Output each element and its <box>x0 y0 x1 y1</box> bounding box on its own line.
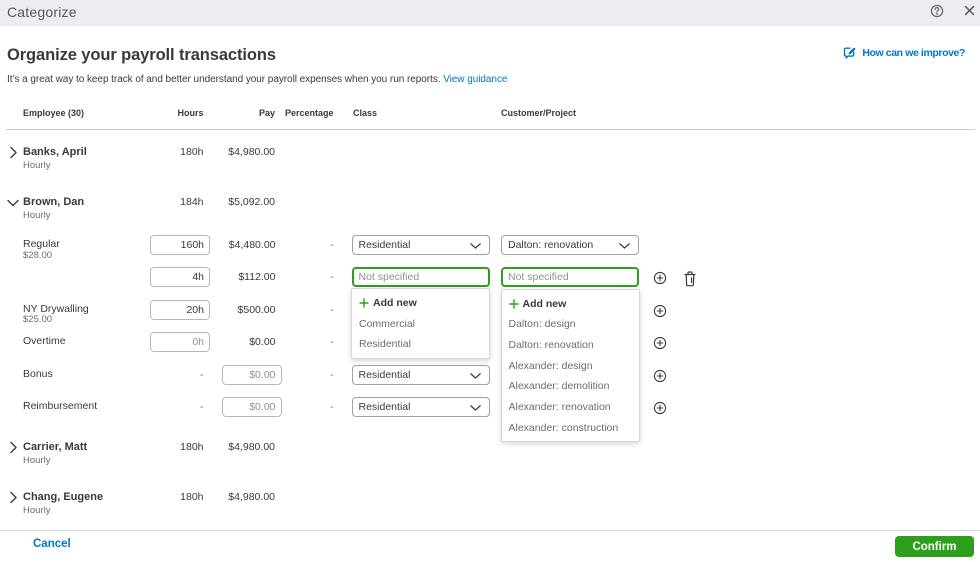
class-combobox-focused[interactable] <box>351 267 490 287</box>
chevron-down-icon <box>469 404 481 411</box>
percentage-value: - <box>330 336 334 348</box>
customer-dropdown-add-new[interactable]: Add new <box>502 294 639 315</box>
percentage-value: - <box>330 400 334 413</box>
customer-dropdown-option[interactable]: Dalton: design <box>502 314 639 335</box>
employee-pay-type: Hourly <box>23 455 51 466</box>
page-description: It’s a great way to keep track of and be… <box>7 74 508 85</box>
collapse-chevron-down-icon[interactable] <box>7 197 19 209</box>
percentage-value: - <box>330 239 334 251</box>
delete-split-icon[interactable] <box>682 267 698 291</box>
feedback-icon <box>843 46 856 59</box>
pay-type-rate: $25.00 <box>23 314 53 325</box>
add-split-icon[interactable] <box>649 397 671 419</box>
class-select[interactable]: Residential <box>351 235 490 255</box>
pay-type-label: Bonus <box>23 367 53 380</box>
class-dropdown-option[interactable]: Residential <box>352 334 489 355</box>
customer-dropdown-option[interactable]: Alexander: construction <box>502 418 639 439</box>
dialog-footer: Cancel Confirm <box>0 530 980 562</box>
hours-value: - <box>200 400 204 413</box>
add-split-icon[interactable] <box>649 365 671 387</box>
employee-name: Banks, April <box>23 146 87 158</box>
customer-project-select[interactable]: Dalton: renovation <box>501 235 639 255</box>
class-select[interactable]: Residential <box>351 364 490 385</box>
employee-name: Brown, Dan <box>23 196 85 208</box>
chevron-down-icon <box>619 243 630 249</box>
pay-type-row-reimbursement: Reimbursement - - Residential <box>0 396 980 439</box>
help-icon[interactable] <box>929 3 945 19</box>
employee-row-chang: Chang, Eugene Hourly 180h $4,980.00 <box>0 490 980 526</box>
class-dropdown-menu: Add new Commercial Residential <box>351 288 490 360</box>
page-title: Organize your payroll transactions <box>7 46 276 64</box>
dialog-titlebar: Categorize <box>0 0 980 26</box>
cancel-button[interactable]: Cancel <box>33 538 71 550</box>
customer-dropdown-option[interactable]: Alexander: design <box>502 356 639 377</box>
column-header-employee: Employee (30) <box>23 108 85 118</box>
pay-type-rate: $28.00 <box>23 249 53 261</box>
dialog-title: Categorize <box>7 4 77 20</box>
percentage-value: - <box>330 303 334 316</box>
close-icon[interactable] <box>962 3 977 18</box>
column-header-class: Class <box>353 108 378 118</box>
expand-chevron-right-icon[interactable] <box>7 441 19 454</box>
customer-dropdown-option[interactable]: Alexander: renovation <box>502 397 639 418</box>
employee-name: Carrier, Matt <box>23 441 88 453</box>
employee-row-banks: Banks, April Hourly 180h $4,980.00 <box>0 145 980 181</box>
table-header-divider <box>6 129 975 130</box>
plus-icon <box>359 298 369 308</box>
customer-dropdown-menu: Add new Dalton: design Dalton: renovatio… <box>500 288 640 443</box>
pay-type-row-drywalling: NY Drywalling $25.00 $500.00 - <box>0 299 980 342</box>
class-select[interactable]: Residential <box>351 396 490 417</box>
view-guidance-link[interactable]: View guidance <box>443 74 507 85</box>
pay-type-row-split: $112.00 - <box>0 267 980 309</box>
chevron-down-icon <box>469 243 481 249</box>
feedback-link-group[interactable]: How can we improve? <box>843 46 965 59</box>
add-split-icon[interactable] <box>649 332 671 354</box>
table-header: Employee (30) Hours Pay Percentage Class… <box>0 107 980 129</box>
column-header-customer-project: Customer/Project <box>501 108 577 118</box>
customer-dropdown-option[interactable]: Dalton: renovation <box>502 335 639 356</box>
add-split-icon[interactable] <box>649 267 671 289</box>
pay-type-label: Reimbursement <box>23 399 98 412</box>
pay-type-label: Overtime <box>23 335 66 347</box>
employee-pay: $4,980.00 <box>228 146 275 158</box>
employee-pay-type: Hourly <box>23 160 51 171</box>
class-dropdown-option[interactable]: Commercial <box>352 314 489 335</box>
feedback-link[interactable]: How can we improve? <box>862 47 965 59</box>
employee-name: Chang, Eugene <box>23 491 104 503</box>
hours-value: - <box>200 368 204 381</box>
chevron-down-icon <box>469 372 481 379</box>
employee-pay-type: Hourly <box>23 210 51 221</box>
percentage-value: - <box>330 368 334 381</box>
class-dropdown-add-new[interactable]: Add new <box>352 293 489 314</box>
employee-pay: $4,980.00 <box>228 441 275 453</box>
confirm-button[interactable]: Confirm <box>895 536 974 557</box>
employee-pay: $4,980.00 <box>228 491 275 503</box>
percentage-value: - <box>330 271 334 283</box>
pay-type-row-regular: Regular $28.00 $4,480.00 - Residential D… <box>0 235 980 277</box>
employee-pay: $5,092.00 <box>228 196 275 208</box>
customer-dropdown-option[interactable]: Alexander: demolition <box>502 376 639 397</box>
add-split-icon[interactable] <box>649 300 671 322</box>
employee-row-brown: Brown, Dan Hourly 184h $5,092.00 <box>0 195 980 231</box>
customer-combobox-focused[interactable] <box>501 267 639 287</box>
plus-icon <box>509 299 518 309</box>
employee-pay-type: Hourly <box>23 505 51 516</box>
expand-chevron-right-icon[interactable] <box>7 491 19 504</box>
expand-chevron-right-icon[interactable] <box>7 146 19 159</box>
column-header-percentage: Percentage <box>284 108 334 118</box>
employee-row-carrier: Carrier, Matt Hourly 180h $4,980.00 <box>0 440 980 476</box>
